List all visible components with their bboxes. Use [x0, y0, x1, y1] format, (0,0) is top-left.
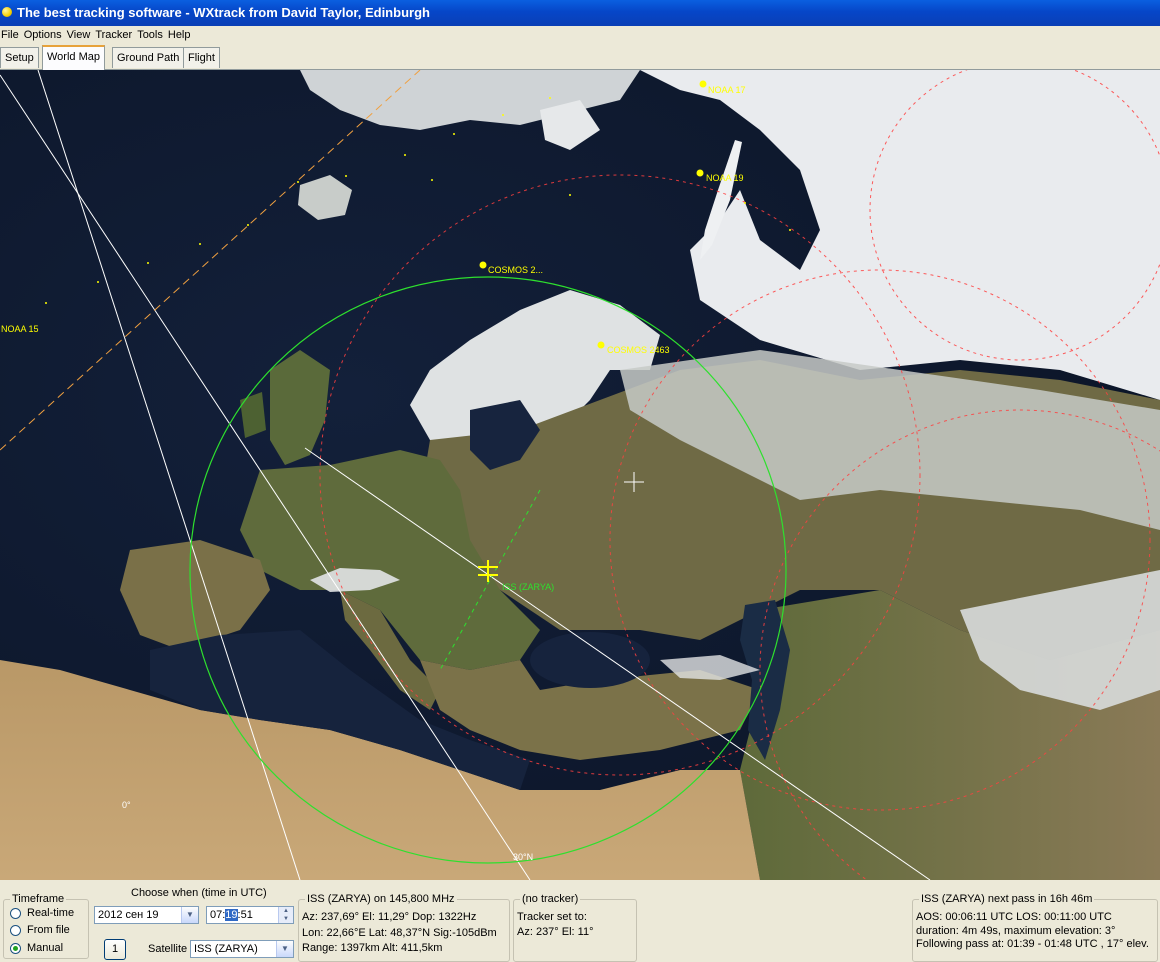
time-input[interactable]: 07:19:51 ▲ ▼: [206, 906, 294, 924]
cosmos1-label: COSMOS 2...: [488, 265, 543, 275]
date-value: 2012 сен 19: [98, 909, 159, 921]
next-pass-line2: duration: 4m 49s, maximum elevation: 3°: [916, 925, 1116, 937]
noaa17-label: NOAA 17: [708, 85, 746, 95]
spin-up-icon[interactable]: ▲: [279, 907, 293, 915]
tab-world-map[interactable]: World Map: [42, 45, 105, 70]
window-title: The best tracking software - WXtrack fro…: [17, 5, 430, 20]
cosmos2-marker[interactable]: [597, 341, 605, 349]
tracker-line1: Tracker set to:: [517, 911, 587, 923]
menu-help[interactable]: Help: [167, 26, 195, 44]
tab-ground-path[interactable]: Ground Path: [112, 47, 185, 68]
date-picker[interactable]: 2012 сен 19 ▼: [94, 906, 199, 924]
menu-view[interactable]: View: [66, 26, 95, 44]
satellite-select-value: ISS (ZARYA): [194, 943, 258, 955]
radio-manual[interactable]: Manual: [10, 942, 63, 954]
menu-file[interactable]: File: [0, 26, 23, 44]
control-panel: Timeframe Real-time From file Manual Cho…: [0, 880, 1160, 962]
choose-when-label: Choose when (time in UTC): [131, 887, 267, 899]
noaa19-marker[interactable]: [696, 169, 704, 177]
map-canvas[interactable]: ISS (ZARYA) NOAA 17 NOAA 19 NOAA 15 COSM…: [0, 70, 1160, 880]
tracker-legend: (no tracker): [522, 893, 579, 905]
satellite-label: Satellite: [148, 943, 188, 955]
noaa17-marker[interactable]: [699, 80, 707, 88]
radio-realtime-label: Real-time: [27, 907, 75, 919]
radio-manual-dot[interactable]: [10, 942, 21, 954]
chevron-down-icon[interactable]: ▼: [181, 907, 198, 923]
satellite-select[interactable]: ISS (ZARYA) ▼: [190, 940, 294, 958]
menu-options[interactable]: Options: [23, 26, 66, 44]
step-button[interactable]: 1: [104, 939, 126, 960]
cosmos1-marker[interactable]: [479, 261, 487, 269]
title-bar[interactable]: The best tracking software - WXtrack fro…: [0, 0, 1160, 26]
next-pass-line1: AOS: 00:06:11 UTC LOS: 00:11:00 UTC: [916, 911, 1112, 923]
radio-realtime-dot[interactable]: [10, 907, 21, 919]
iss-label: ISS (ZARYA): [502, 582, 554, 592]
tab-strip: Setup World Map Ground Path Flight: [0, 45, 1160, 70]
time-hours: 07:: [210, 909, 226, 921]
menu-tracker[interactable]: Tracker: [94, 26, 136, 44]
chevron-down-icon[interactable]: ▼: [276, 941, 293, 957]
tracker-line2: Az: 237° El: 11°: [517, 926, 594, 938]
grid-label-lon0: 0°: [122, 800, 131, 810]
radio-fromfile-label: From file: [27, 924, 70, 936]
black-sea: [530, 632, 650, 688]
radio-fromfile[interactable]: From file: [10, 924, 70, 936]
time-seconds: :51: [237, 909, 253, 921]
app-icon[interactable]: [2, 7, 12, 17]
satellite-info-legend: ISS (ZARYA) on 145,800 MHz: [307, 893, 455, 905]
satellite-info-line3: Range: 1397km Alt: 411,5km: [302, 942, 443, 954]
next-pass-line3: Following pass at: 01:39 - 01:48 UTC , 1…: [916, 938, 1149, 950]
radio-realtime[interactable]: Real-time: [10, 907, 74, 919]
satellite-info-line1: Az: 237,69° El: 11,29° Dop: 1322Hz: [302, 911, 477, 923]
cosmos2-label: COSMOS 2463: [607, 345, 670, 355]
radio-manual-label: Manual: [27, 942, 64, 954]
spin-down-icon[interactable]: ▼: [279, 915, 293, 923]
menu-tools[interactable]: Tools: [136, 26, 167, 44]
tab-setup[interactable]: Setup: [0, 47, 39, 68]
next-pass-legend: ISS (ZARYA) next pass in 16h 46m: [921, 893, 1093, 905]
noaa15-label: NOAA 15: [1, 324, 39, 334]
noaa19-label: NOAA 19: [706, 173, 744, 183]
world-map[interactable]: ISS (ZARYA) NOAA 17 NOAA 19 NOAA 15 COSM…: [0, 70, 1160, 880]
satellite-info-line2: Lon: 22,66°E Lat: 48,37°N Sig:-105dBm: [302, 927, 497, 939]
grid-label-lat30: 30°N: [513, 852, 533, 862]
timeframe-legend: Timeframe: [12, 893, 65, 905]
radio-fromfile-dot[interactable]: [10, 924, 21, 936]
menu-bar: File Options View Tracker Tools Help: [0, 26, 1160, 44]
time-minutes-selected: 19: [225, 909, 238, 921]
time-spinner[interactable]: ▲ ▼: [278, 907, 293, 923]
tab-flight[interactable]: Flight: [183, 47, 220, 68]
